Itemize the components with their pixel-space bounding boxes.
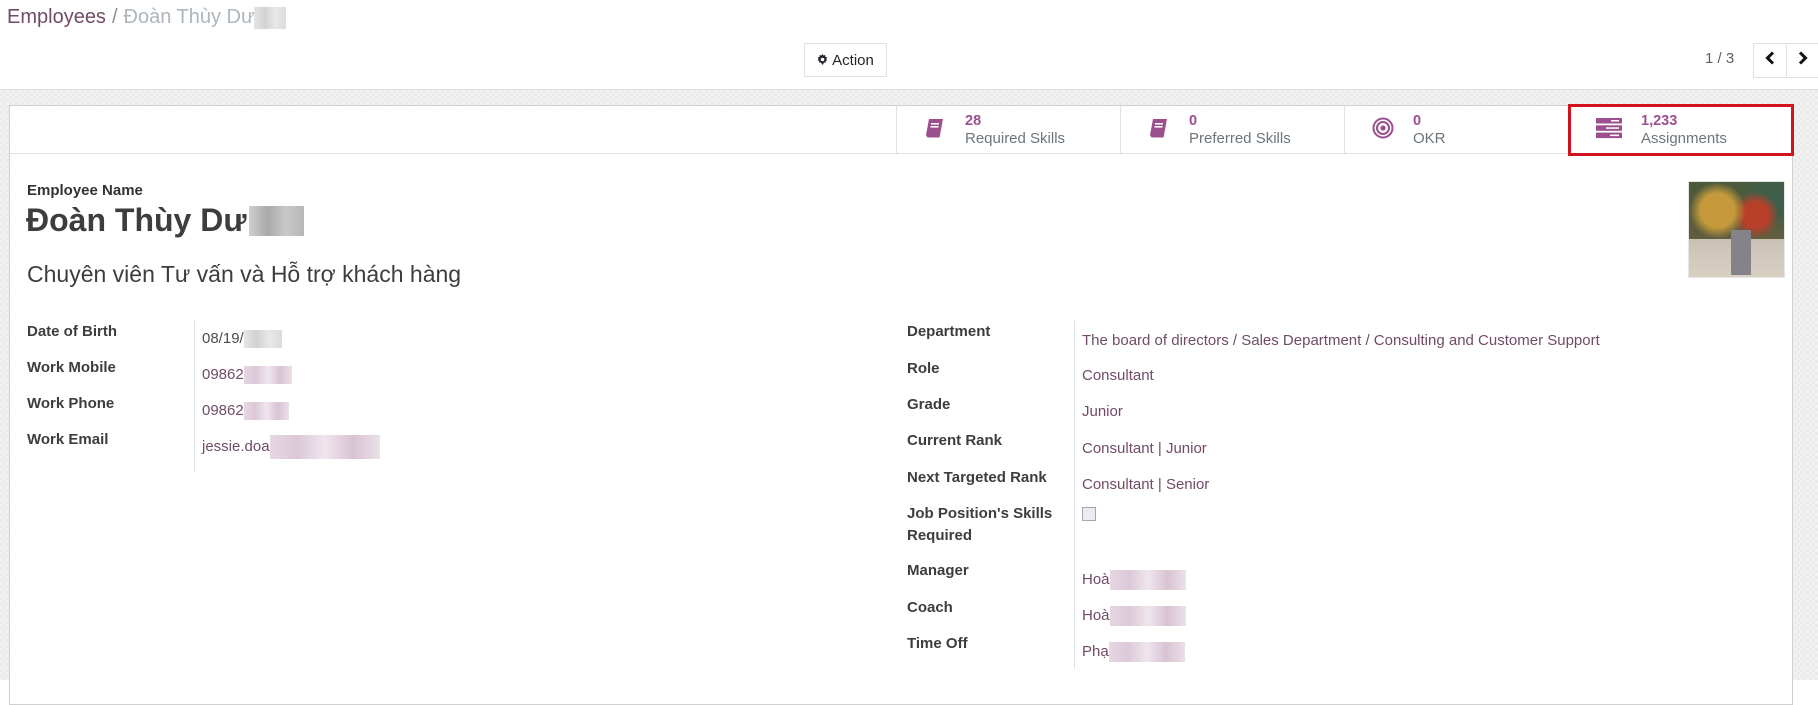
field-value: 09862 (202, 402, 244, 419)
next-targeted-rank-value[interactable]: Consultant | Senior (1082, 467, 1209, 503)
pager-value[interactable]: 1 / 3 (1705, 50, 1734, 67)
field-manager: Manager Hoà (907, 560, 1600, 597)
action-button[interactable]: Action (804, 43, 887, 77)
field-label: Work Mobile (27, 359, 116, 376)
grade-value[interactable]: Junior (1082, 394, 1123, 430)
field-label: Job Position's Skills Required (907, 505, 1053, 544)
field-value: jessie.doa (202, 438, 270, 455)
smart-button-box: 28 Required Skills 0 Preferred Skills 0 … (10, 104, 1794, 156)
date-of-birth-value[interactable]: 08/19/ (202, 321, 282, 357)
current-rank-value[interactable]: Consultant | Junior (1082, 430, 1207, 467)
field-label: Grade (907, 396, 951, 413)
stat-label: Preferred Skills (1189, 130, 1291, 147)
control-panel: Employees / Đoàn Thùy Dư Action 1 / 3 (0, 0, 1818, 90)
redacted-block (243, 402, 289, 420)
redacted-block (1108, 642, 1185, 662)
field-department: Department The board of directors / Sale… (907, 321, 1600, 358)
employee-form-sheet: 28 Required Skills 0 Preferred Skills 0 … (9, 104, 1794, 705)
action-label: Action (832, 51, 874, 69)
redacted-block (1109, 606, 1186, 626)
job-title-field[interactable]: Chuyên viên Tư vấn và Hỗ trợ khách hàng (27, 261, 461, 288)
preferred-skills-button[interactable]: 0 Preferred Skills (1120, 106, 1344, 154)
work-phone-value[interactable]: 09862 (202, 393, 289, 429)
work-email-value[interactable]: jessie.doa (202, 429, 380, 465)
time-off-value[interactable]: Phạ (1082, 635, 1185, 669)
stat-value: 0 (1413, 113, 1422, 129)
field-value: 09862 (202, 366, 244, 383)
gear-icon (817, 52, 828, 69)
field-date-of-birth: Date of Birth 08/19/ (27, 321, 380, 357)
field-coach: Coach Hoà (907, 597, 1600, 633)
target-icon (1372, 117, 1394, 144)
chevron-left-icon (1764, 51, 1776, 70)
job-position-skills-required-checkbox[interactable] (1082, 507, 1096, 521)
field-label: Coach (907, 599, 953, 616)
assignments-button[interactable]: 1,233 Assignments (1568, 104, 1794, 156)
field-label: Date of Birth (27, 323, 117, 340)
field-grade: Grade Junior (907, 394, 1600, 430)
field-current-rank: Current Rank Consultant | Junior (907, 430, 1600, 467)
field-value: Hoà (1082, 607, 1110, 624)
manager-value[interactable]: Hoà (1082, 562, 1186, 597)
field-label: Work Phone (27, 395, 115, 412)
field-work-phone: Work Phone 09862 (27, 393, 380, 429)
redacted-block (243, 330, 282, 348)
breadcrumb-current: Đoàn Thùy Dư (123, 6, 255, 28)
field-label: Current Rank (907, 432, 1003, 449)
book-icon (1148, 117, 1170, 144)
pager-next-button[interactable] (1786, 44, 1818, 77)
field-label: Role (907, 360, 940, 377)
field-label: Work Email (27, 431, 109, 448)
stat-value: 0 (1189, 113, 1198, 129)
contact-info-group: Date of Birth 08/19/ Work Mobile 09862 W… (27, 321, 380, 471)
work-mobile-value[interactable]: 09862 (202, 357, 292, 393)
field-value: Hoà (1082, 570, 1110, 588)
breadcrumb: Employees / Đoàn Thùy Dư (7, 6, 287, 29)
required-skills-button[interactable]: 28 Required Skills (896, 106, 1120, 154)
field-time-off: Time Off Phạ (907, 633, 1600, 669)
field-label: Department (907, 323, 991, 340)
stat-value: 1,233 (1641, 113, 1678, 129)
employee-name: Đoàn Thùy Dư (26, 202, 247, 238)
field-value: Phạ (1082, 643, 1109, 660)
stat-label: OKR (1413, 130, 1446, 147)
redacted-block (1109, 569, 1186, 590)
field-label: Next Targeted Rank (907, 469, 1047, 486)
coach-value[interactable]: Hoà (1082, 599, 1186, 633)
book-icon (924, 117, 946, 144)
field-label: Time Off (907, 635, 968, 652)
field-work-email: Work Email jessie.doa (27, 429, 380, 465)
breadcrumb-separator: / (111, 6, 118, 28)
pager-buttons (1753, 43, 1818, 78)
pager-previous-button[interactable] (1754, 44, 1786, 77)
role-value[interactable]: Consultant (1082, 358, 1154, 394)
field-job-position-skills-required: Job Position's Skills Required (907, 503, 1600, 560)
breadcrumb-employees-link[interactable]: Employees (7, 6, 106, 28)
department-value[interactable]: The board of directors / Sales Departmen… (1082, 323, 1600, 358)
field-next-targeted-rank: Next Targeted Rank Consultant | Senior (907, 467, 1600, 503)
field-value: 08/19/ (202, 330, 244, 347)
redacted-block (248, 205, 304, 236)
stat-value: 28 (965, 113, 982, 129)
okr-button[interactable]: 0 OKR (1344, 106, 1568, 154)
field-work-mobile: Work Mobile 09862 (27, 357, 380, 393)
redacted-block (254, 6, 287, 29)
redacted-block (1731, 230, 1751, 275)
redacted-block (243, 366, 292, 384)
employee-avatar[interactable] (1688, 181, 1785, 278)
tasks-icon (1596, 117, 1622, 144)
field-label: Manager (907, 562, 969, 579)
field-role: Role Consultant (907, 358, 1600, 394)
stat-label: Assignments (1641, 130, 1727, 147)
stat-label: Required Skills (965, 130, 1066, 147)
employee-name-label: Employee Name (27, 182, 143, 199)
employee-name-field[interactable]: Đoàn Thùy Dư (26, 202, 304, 239)
work-info-group: Department The board of directors / Sale… (907, 321, 1600, 669)
chevron-right-icon (1797, 51, 1809, 70)
redacted-block (269, 435, 380, 459)
